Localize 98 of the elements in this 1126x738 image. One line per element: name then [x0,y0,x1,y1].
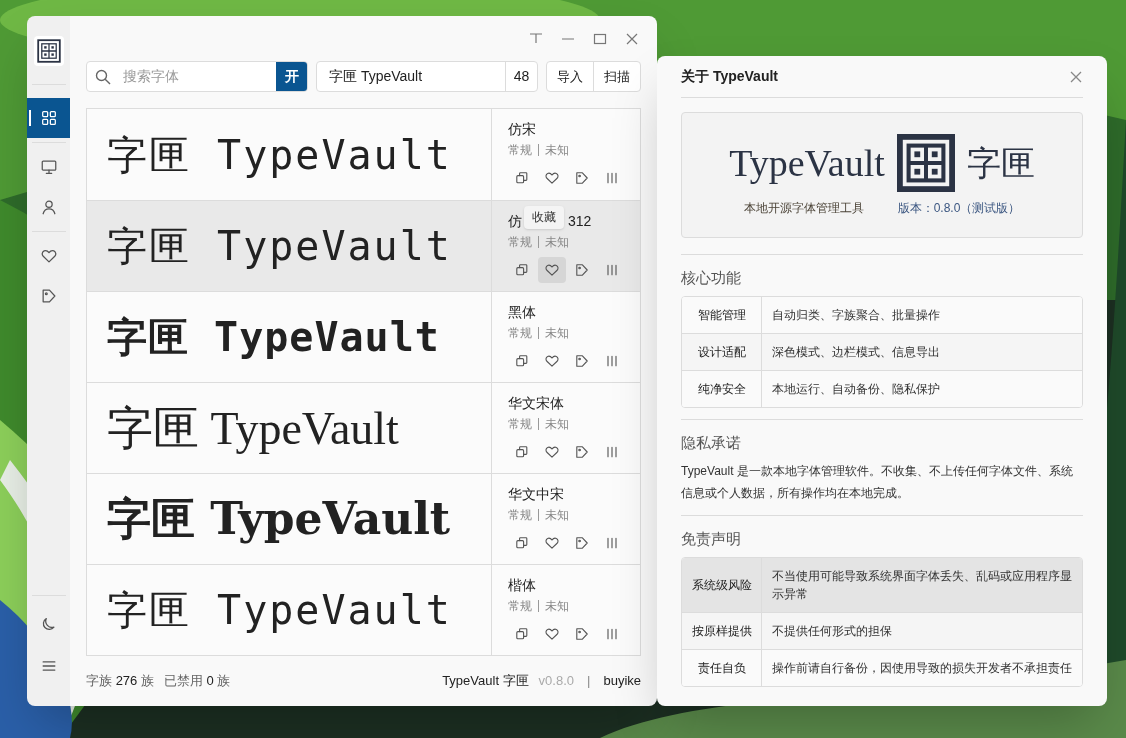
font-type-text: 未知 [545,234,569,251]
app-logo-icon [33,36,64,66]
search-icon [95,68,111,85]
paragraph-text: TypeVault 是一款本地字体管理软件。不收集、不上传任何字体文件、系统信息或个人数据，所有操作均在本地完成。 [681,463,1074,502]
font-name: 仿 [508,211,522,231]
font-type-text: 未知 [545,416,569,433]
font-name: 华文宋体 [508,393,564,413]
font-style-text: 常规 [508,325,532,342]
font-preview-text: 字匣 TypeVault [107,492,451,546]
toggle-button[interactable]: 开 [276,62,307,91]
import-button[interactable]: 导入 [547,62,593,91]
font-row[interactable]: 字匣 TypeVault 华文宋体 常规 未知 [87,382,640,473]
monitor-icon [39,158,58,176]
font-type-text: 未知 [545,507,569,524]
family-count-text: 字族 276 族 [86,672,154,691]
table-cell: 按原样提供 [682,612,762,649]
font-row[interactable]: 字匣 TypeVault 黑体 常规 未知 [87,291,640,382]
font-preview-text: 字匣 TypeVault [107,313,440,362]
version-text: 版本：0.8.0（测试版） [897,200,1021,217]
font-type-text: 未知 [545,325,569,342]
heart-icon [544,444,560,460]
tag-icon [574,170,590,186]
section-heading: 核心功能 [681,268,742,288]
wordmark-cjk-text: 字匣 [966,141,1035,185]
tooltip: 收藏 [524,205,564,229]
bars-icon [604,444,620,460]
font-style-text: 常规 [508,507,532,524]
tag-icon [574,626,590,642]
copy-icon [514,262,530,278]
bars-icon [604,353,620,369]
font-row[interactable]: 字匣 TypeVault 华文中宋 常规 未知 [87,473,640,564]
font-name: 仿宋 [508,119,536,139]
font-type-text: 未知 [545,598,569,615]
app-logo-icon [896,134,955,192]
table-cell: 纯净安全 [682,370,762,407]
app-name-text: TypeVault 字匣 [442,672,529,691]
author-text: buyike [603,672,641,691]
close-icon[interactable] [1069,69,1083,84]
font-type-text: 未知 [545,142,569,159]
copy-icon [514,353,530,369]
version-text: v0.8.0 [538,672,575,691]
font-style-text: 常规 [508,598,532,615]
font-name: 楷体 [508,575,536,595]
copy-icon [514,170,530,186]
dialog-title: 关于 TypeVault [681,67,779,86]
table-cell-text: 不当使用可能导致系统界面字体丢失、乱码或应用程序显示异常 [771,567,1073,603]
table-cell-text: 深色模式、边栏模式、信息导出 [771,343,941,361]
search-field[interactable]: 搜索字体 开 [86,61,308,92]
tag-icon [574,262,590,278]
copy-icon [514,535,530,551]
bars-icon [604,626,620,642]
font-preview-text: 字匣 TypeVault [107,130,452,180]
heart-icon [39,247,58,265]
font-style-text: 常规 [508,142,532,159]
tag-icon [574,444,590,460]
separator-text: | [587,672,591,691]
font-style-text: 常规 [508,416,532,433]
table-cell: 智能管理 [682,296,762,333]
heart-icon [544,353,560,369]
bars-icon [604,535,620,551]
table-cell-text: 自动归类、字族聚合、批量操作 [771,306,941,324]
heart-icon [544,626,560,642]
section-heading: 免责声明 [681,529,742,549]
font-row[interactable]: 字匣 TypeVault 仿宋 常规 未知 [87,109,640,200]
bars-icon [604,262,620,278]
font-preview-text: 字匣 TypeVault [107,222,452,271]
table-cell: 设计适配 [682,333,762,370]
font-name: 华文中宋 [508,484,564,504]
heart-icon [544,262,560,278]
copy-icon [514,626,530,642]
font-style-text: 常规 [508,234,532,251]
font-name-suffix: 312 [568,211,592,231]
table-cell-text: 不提供任何形式的担保 [771,622,893,640]
heart-icon [544,170,560,186]
disabled-count-text: 已禁用 0 族 [163,672,231,691]
font-name: 黑体 [508,302,536,322]
font-preview-text: 字匣 TypeVault [107,401,399,456]
table-cell: 责任自负 [682,649,762,686]
tagline-text: 本地开源字体管理工具 [743,200,864,217]
table-cell: 系统级风险 [682,557,762,612]
font-preview-text: 字匣 TypeVault [107,586,452,635]
copy-icon [514,444,530,460]
scan-button[interactable]: 扫描 [593,62,640,91]
tag-icon [574,535,590,551]
heart-icon [544,535,560,551]
font-size-value[interactable]: 48 [505,62,537,91]
wordmark-text: TypeVault [729,140,885,186]
bars-icon [604,170,620,186]
preview-text-field[interactable]: 字匣 TypeVault 48 [316,61,538,92]
grid-nav-item[interactable] [27,98,70,138]
table-cell-text: 本地运行、自动备份、隐私保护 [771,380,941,398]
table-cell-text: 操作前请自行备份，因使用导致的损失开发者不承担责任 [771,659,1073,677]
font-row[interactable]: 字匣 TypeVault 仿 收藏 312 常规 未知 [87,200,640,291]
section-heading: 隐私承诺 [681,432,742,453]
grid-icon [39,109,58,127]
font-row[interactable]: 字匣 TypeVault 楷体 常规 未知 [87,564,640,655]
tag-icon [574,353,590,369]
favorite-button[interactable] [538,257,566,283]
